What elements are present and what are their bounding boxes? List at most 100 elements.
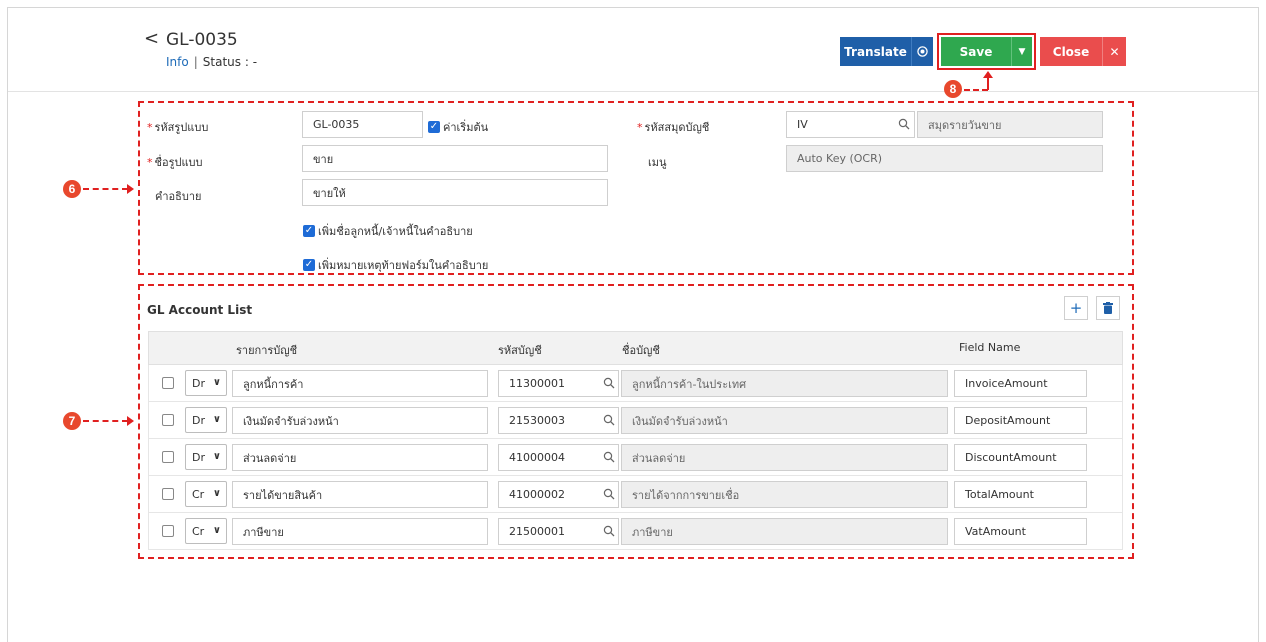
search-icon[interactable] — [603, 414, 615, 426]
journal-name-field: สมุดรายวันขาย — [917, 111, 1103, 138]
delete-rows-button[interactable] — [1096, 296, 1120, 320]
row-checkbox[interactable] — [162, 525, 174, 537]
translate-button[interactable]: Translate — [840, 37, 933, 66]
close-label: Close — [1052, 44, 1090, 59]
save-label: Save — [959, 44, 993, 59]
code-input[interactable]: GL-0035 — [302, 111, 423, 138]
name-label: * ชื่อรูปแบบ — [147, 156, 203, 169]
menu-field: Auto Key (OCR) — [786, 145, 1103, 172]
account-code-input[interactable]: 41000002 — [498, 481, 619, 508]
header-divider — [8, 91, 1258, 92]
check-icon: ✓ — [303, 225, 315, 237]
account-code-input[interactable]: 41000004 — [498, 444, 619, 471]
item-input[interactable]: ภาษีขาย — [232, 518, 488, 545]
side-value: Dr — [192, 450, 205, 464]
add-row-button[interactable]: + — [1064, 296, 1088, 320]
close-button[interactable]: Close ✕ — [1040, 37, 1126, 66]
status-value: - — [252, 55, 258, 69]
field-name-input[interactable]: VatAmount — [954, 518, 1087, 545]
code-label: * รหัสรูปแบบ — [147, 121, 209, 134]
account-code-input[interactable]: 11300001 — [498, 370, 619, 397]
check-icon: ✓ — [428, 121, 440, 133]
gl-list-title: GL Account List — [147, 303, 253, 317]
field-name-input[interactable]: DepositAmount — [954, 407, 1087, 434]
plus-icon: + — [1069, 299, 1083, 317]
back-icon[interactable]: < — [144, 28, 159, 49]
description-label: คำอธิบาย — [155, 190, 202, 203]
chevron-down-icon[interactable]: ▼ — [1011, 37, 1032, 66]
add-note-checkbox[interactable]: ✓ เพิ่มหมายเหตุท้ายฟอร์มในคำอธิบาย — [303, 256, 488, 274]
row-checkbox[interactable] — [162, 377, 174, 389]
account-name-field: ภาษีขาย — [621, 518, 948, 545]
side-select[interactable]: Dr ∨ — [185, 444, 227, 470]
page-title: GL-0035 — [166, 30, 238, 50]
divider: | — [193, 55, 198, 69]
annotation-line — [83, 188, 128, 190]
check-icon: ✓ — [303, 259, 315, 271]
description-input[interactable]: ขายให้ — [302, 179, 608, 206]
account-name-field: รายได้จากการขายเชื่อ — [621, 481, 948, 508]
status-label: Status — [202, 55, 242, 69]
item-input[interactable]: รายได้ขายสินค้า — [232, 481, 488, 508]
column-header-field-name: Field Name — [959, 341, 1021, 354]
menu-label: เมนู — [648, 156, 667, 169]
row-checkbox[interactable] — [162, 414, 174, 426]
field-name-input[interactable]: DiscountAmount — [954, 444, 1087, 471]
save-button[interactable]: Save ▼ — [941, 37, 1032, 66]
column-header-item: รายการบัญชี — [236, 344, 298, 357]
add-debtor-checkbox[interactable]: ✓ เพิ่มชื่อลูกหนี้/เจ้าหนี้ในคำอธิบาย — [303, 222, 473, 240]
trash-icon — [1103, 302, 1113, 314]
item-input[interactable]: ส่วนลดจ่าย — [232, 444, 488, 471]
row-checkbox[interactable] — [162, 488, 174, 500]
status-line: Info | Status : - — [166, 55, 257, 69]
annotation-badge-6: 6 — [63, 180, 81, 198]
chevron-down-icon: ∨ — [212, 377, 221, 388]
close-icon[interactable]: ✕ — [1102, 37, 1126, 66]
search-icon[interactable] — [603, 525, 615, 537]
annotation-arrow — [983, 71, 993, 78]
search-icon[interactable] — [603, 488, 615, 500]
column-header-account-code: รหัสบัญชี — [498, 344, 542, 357]
item-input[interactable]: ลูกหนี้การค้า — [232, 370, 488, 397]
side-select[interactable]: Dr ∨ — [185, 407, 227, 433]
search-icon[interactable] — [898, 118, 910, 130]
side-value: Cr — [192, 524, 205, 538]
account-code-input[interactable]: 21530003 — [498, 407, 619, 434]
field-name-input[interactable]: InvoiceAmount — [954, 370, 1087, 397]
chevron-down-icon: ∨ — [212, 414, 221, 425]
item-input[interactable]: เงินมัดจำรับล่วงหน้า — [232, 407, 488, 434]
search-icon[interactable] — [603, 377, 615, 389]
status-colon: : — [244, 55, 249, 69]
side-select[interactable]: Cr ∨ — [185, 481, 227, 507]
annotation-line — [83, 420, 128, 422]
search-icon[interactable] — [603, 451, 615, 463]
globe-icon — [911, 37, 933, 66]
name-input[interactable]: ขาย — [302, 145, 608, 172]
default-checkbox[interactable]: ✓ ค่าเริ่มต้น — [428, 118, 488, 136]
annotation-badge-7: 7 — [63, 412, 81, 430]
annotation-arrow — [127, 416, 134, 426]
account-name-field: ส่วนลดจ่าย — [621, 444, 948, 471]
side-value: Dr — [192, 376, 205, 390]
annotation-line — [964, 89, 988, 91]
annotation-line — [987, 78, 989, 90]
journal-label: * รหัสสมุดบัญชี — [637, 121, 710, 134]
side-value: Dr — [192, 413, 205, 427]
account-name-field: เงินมัดจำรับล่วงหน้า — [621, 407, 948, 434]
annotation-arrow — [127, 184, 134, 194]
journal-code-input[interactable]: IV — [786, 111, 915, 138]
side-select[interactable]: Cr ∨ — [185, 518, 227, 544]
side-select[interactable]: Dr ∨ — [185, 370, 227, 396]
chevron-down-icon: ∨ — [212, 488, 221, 499]
translate-label: Translate — [844, 44, 907, 59]
side-value: Cr — [192, 487, 205, 501]
chevron-down-icon: ∨ — [212, 451, 221, 462]
account-name-field: ลูกหนี้การค้า-ในประเทศ — [621, 370, 948, 397]
column-header-account-name: ชื่อบัญชี — [622, 344, 660, 357]
account-code-input[interactable]: 21500001 — [498, 518, 619, 545]
annotation-badge-8: 8 — [944, 80, 962, 98]
field-name-input[interactable]: TotalAmount — [954, 481, 1087, 508]
chevron-down-icon: ∨ — [212, 525, 221, 536]
row-checkbox[interactable] — [162, 451, 174, 463]
info-link[interactable]: Info — [166, 55, 189, 69]
